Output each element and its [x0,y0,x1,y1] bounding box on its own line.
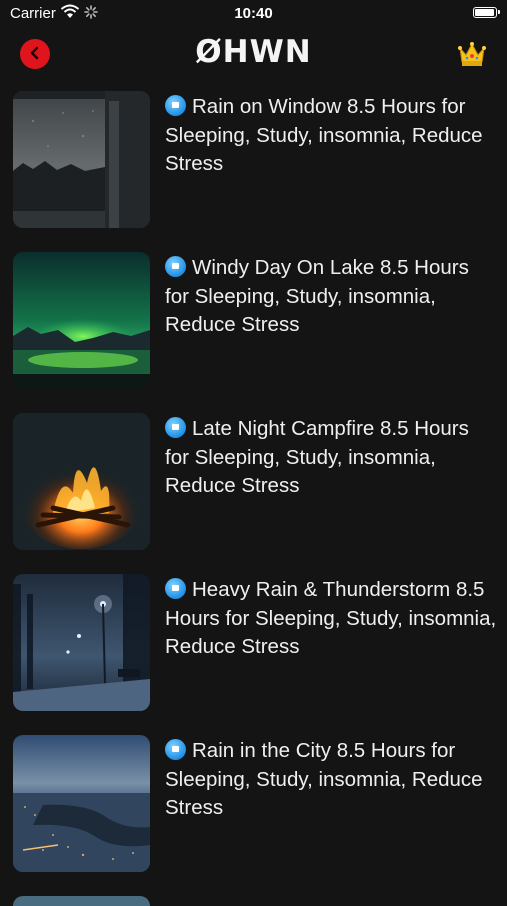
sound-badge-icon [165,256,186,277]
app-logo-title: ØHWN [195,34,312,70]
campfire-thumbnail [13,413,150,550]
nav-bar: ØHWN [0,28,507,80]
item-title-text: Heavy Rain & Thunderstorm 8.5 Hours for … [165,578,497,658]
sound-list: Rain on Window 8.5 Hours for Sleeping, S… [0,90,507,895]
sound-badge-icon [165,739,186,760]
item-title-text: Rain on Window 8.5 Hours for Sleeping, S… [165,95,483,175]
status-bar: Carrier 10:40 [0,0,507,28]
list-item[interactable]: Late Night Campfire 8.5 Hours for Sleepi… [0,412,507,573]
thunderstorm-street-thumbnail [13,574,150,711]
list-item[interactable]: Rain on Window 8.5 Hours for Sleeping, S… [0,90,507,251]
battery-icon [473,7,500,18]
item-title-text: Rain in the City 8.5 Hours for Sleeping,… [165,739,483,819]
next-item-thumbnail-peek[interactable] [13,896,150,906]
item-title: Rain on Window 8.5 Hours for Sleeping, S… [165,93,497,179]
item-title-text: Late Night Campfire 8.5 Hours for Sleepi… [165,417,469,497]
sound-badge-icon [165,417,186,438]
item-title: Rain in the City 8.5 Hours for Sleeping,… [165,737,497,823]
item-title: Late Night Campfire 8.5 Hours for Sleepi… [165,415,497,501]
clock: 10:40 [234,5,273,22]
windy-lake-aurora-thumbnail [13,252,150,389]
list-item[interactable]: Windy Day On Lake 8.5 Hours for Sleeping… [0,251,507,412]
item-title: Heavy Rain & Thunderstorm 8.5 Hours for … [165,576,497,662]
rain-in-city-thumbnail [13,735,150,872]
list-item[interactable]: Heavy Rain & Thunderstorm 8.5 Hours for … [0,573,507,734]
sound-badge-icon [165,95,186,116]
sound-badge-icon [165,578,186,599]
list-item[interactable]: Rain in the City 8.5 Hours for Sleeping,… [0,734,507,895]
rain-on-window-thumbnail [13,91,150,228]
item-title-text: Windy Day On Lake 8.5 Hours for Sleeping… [165,256,469,336]
crown-icon [457,42,487,72]
premium-button[interactable] [457,40,487,68]
item-title: Windy Day On Lake 8.5 Hours for Sleeping… [165,254,497,340]
